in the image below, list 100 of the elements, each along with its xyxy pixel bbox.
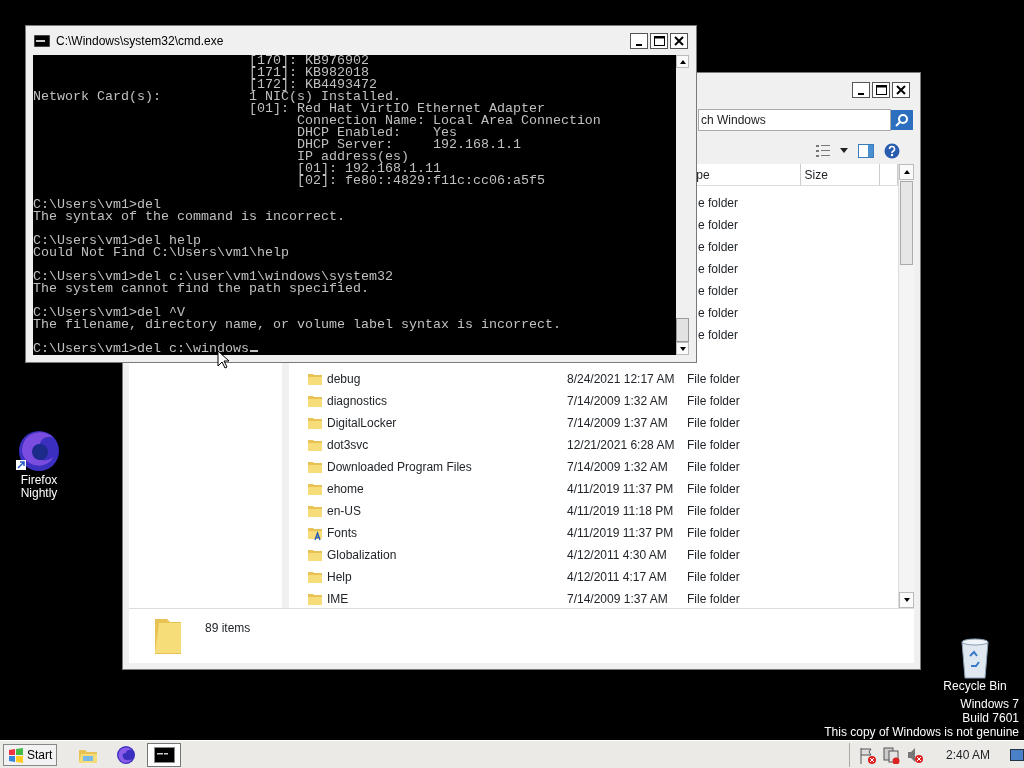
up-arrow-icon [679, 59, 686, 64]
date-modified: 7/14/2009 1:32 AM [567, 394, 668, 409]
up-arrow-icon [903, 170, 910, 175]
file-name[interactable]: Fonts [327, 524, 357, 543]
preview-pane-icon[interactable] [858, 143, 874, 158]
file-name[interactable]: DigitalLocker [327, 414, 397, 433]
file-name[interactable]: IME [327, 590, 349, 609]
item-count: 89 items [205, 620, 251, 638]
file-type: File folder [687, 482, 740, 497]
file-name[interactable]: Downloaded Program Files [327, 458, 472, 477]
console-line: C:\Users\vm1>del [33, 197, 161, 212]
close-button[interactable] [670, 32, 688, 49]
folder-icon [307, 437, 323, 454]
folder-icon [307, 591, 323, 608]
file-type: e folder [698, 262, 739, 277]
start-button[interactable]: Start [3, 743, 58, 766]
scroll-down-button[interactable] [676, 342, 689, 355]
text-cursor [249, 350, 258, 352]
file-type: e folder [698, 196, 739, 211]
file-name[interactable]: Globalization [327, 546, 397, 565]
search-button[interactable] [891, 109, 913, 130]
file-type: File folder [687, 504, 740, 519]
firefox-nightly-icon[interactable] [16, 428, 62, 474]
down-arrow-icon [679, 346, 686, 351]
window-title: C:\Windows\system32\cmd.exe [56, 32, 225, 50]
date-modified: 12/21/2021 6:28 AM [567, 438, 675, 453]
console-line: C:\Users\vm1>del c:\windows [33, 341, 249, 355]
file-type: File folder [687, 416, 740, 431]
dropdown-caret-icon[interactable] [840, 148, 848, 154]
console-line: DHCP Enabled: Yes [295, 125, 457, 140]
date-modified: 4/11/2019 11:37 PM [567, 482, 674, 497]
icon-label[interactable]: Firefox Nightly [10, 474, 68, 500]
clock[interactable]: 2:40 AM [945, 745, 990, 764]
folder-icon [307, 393, 323, 410]
scroll-up-button[interactable] [676, 55, 689, 68]
scroll-thumb[interactable] [676, 318, 689, 342]
file-name[interactable]: en-US [327, 502, 361, 521]
column-header[interactable]: Size [800, 164, 881, 186]
folder-icon [307, 459, 323, 476]
maximize-icon [875, 84, 887, 95]
minimize-button[interactable] [852, 81, 870, 98]
icon-label[interactable]: Recycle Bin [943, 680, 1007, 692]
scrollbar[interactable] [676, 55, 689, 355]
show-desktop-icon[interactable] [1010, 748, 1024, 761]
scroll-down-button[interactable] [899, 592, 914, 609]
file-type: e folder [698, 240, 739, 255]
file-type: File folder [687, 570, 740, 585]
date-modified: 4/11/2019 11:18 PM [567, 504, 674, 519]
folder-icon [307, 503, 323, 520]
console-line: The syntax of the command is incorrect. [33, 209, 345, 224]
file-type: File folder [687, 438, 740, 453]
view-list-icon[interactable] [816, 143, 830, 158]
os-notice-text: This copy of Windows is not genuine [824, 725, 1019, 739]
console-line: DHCP Server: 192.168.1.1 [295, 137, 521, 152]
date-modified: 7/14/2009 1:37 AM [567, 416, 668, 431]
file-type: File folder [687, 526, 740, 541]
file-name[interactable]: debug [327, 370, 361, 389]
network-icon[interactable] [881, 745, 900, 764]
flag-warning-icon[interactable] [857, 745, 876, 764]
console-line: [170]: KB976902 [247, 55, 369, 68]
font-folder-icon [307, 525, 323, 542]
maximize-button[interactable] [872, 81, 890, 98]
file-name[interactable]: dot3svc [327, 436, 369, 455]
minimize-icon [858, 92, 864, 95]
close-icon [896, 84, 906, 95]
scroll-thumb[interactable] [900, 181, 913, 266]
file-type: File folder [687, 460, 740, 475]
file-type: e folder [698, 306, 739, 321]
console-icon [34, 34, 50, 47]
os-notice-text: Build 7601 [961, 711, 1019, 725]
close-icon [674, 35, 684, 46]
search-icon [895, 112, 909, 127]
date-modified: 4/12/2011 4:17 AM [567, 570, 667, 585]
file-name[interactable]: ehome [327, 480, 364, 499]
date-modified: 7/14/2009 1:37 AM [567, 592, 668, 607]
console-line: C:\Users\vm1>del help [33, 233, 201, 248]
file-name[interactable]: Help [327, 568, 352, 587]
console-line: C:\Users\vm1>del c:\user\vm1\windows\system32 [33, 269, 393, 284]
scroll-up-button[interactable] [899, 164, 914, 181]
scrollbar[interactable] [898, 164, 914, 609]
close-button[interactable] [892, 81, 910, 98]
folder-icon [307, 371, 323, 388]
console-line: The filename, directory name, or volume label syntax is incorrect. [33, 317, 561, 332]
file-type: e folder [698, 284, 739, 299]
firefox-nightly-icon [115, 744, 137, 765]
file-type: File folder [687, 372, 740, 387]
file-type: File folder [687, 592, 740, 607]
taskbar-button[interactable] [147, 742, 182, 767]
folder-icon [307, 481, 323, 498]
os-notice-text: Windows 7 [959, 697, 1019, 711]
file-type: File folder [687, 548, 740, 563]
maximize-button[interactable] [650, 32, 668, 49]
folder-icon [307, 415, 323, 432]
search-field[interactable]: ch Windows [698, 108, 891, 131]
help-icon[interactable] [884, 142, 900, 159]
down-arrow-icon [903, 598, 910, 603]
maximize-icon [653, 35, 665, 46]
file-name[interactable]: diagnostics [327, 392, 388, 411]
minimize-button[interactable] [630, 32, 648, 49]
date-modified: 7/14/2009 1:32 AM [567, 460, 668, 475]
